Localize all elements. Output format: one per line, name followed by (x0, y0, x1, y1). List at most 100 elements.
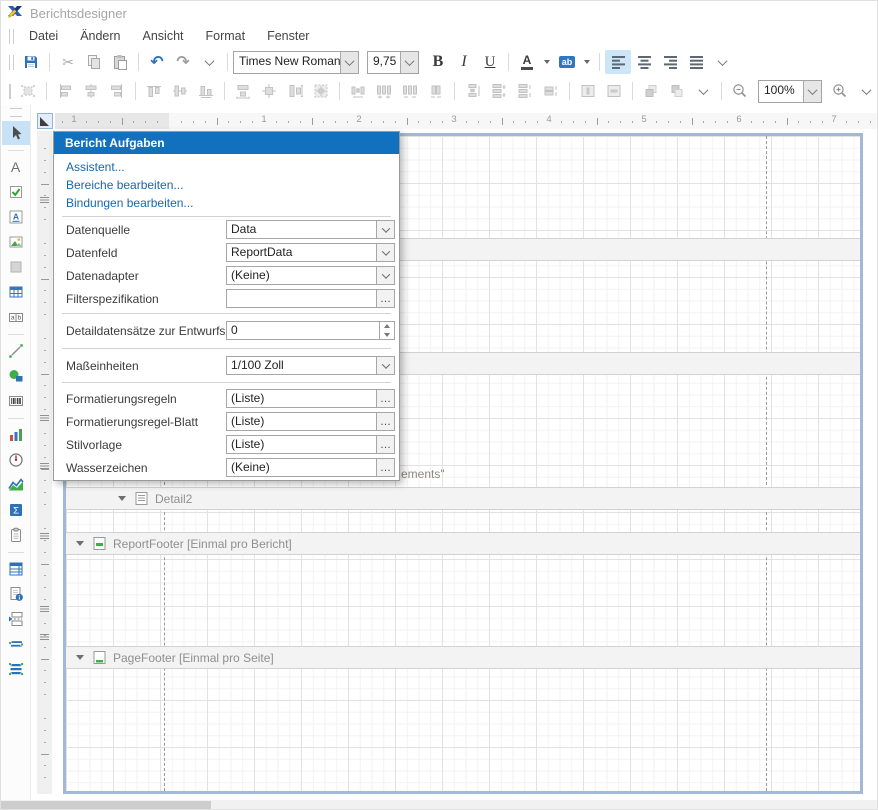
link-bindungen-bearbeiten[interactable]: Bindungen bearbeiten... (66, 195, 193, 211)
text-highlight-icon[interactable]: ab (554, 50, 580, 74)
label-tool-icon[interactable]: A (2, 155, 30, 179)
center-vertically-icon[interactable] (601, 79, 627, 103)
collapse-report-footer-icon[interactable] (76, 541, 84, 546)
zoom-dropdown[interactable] (803, 81, 821, 102)
menu-item-2[interactable]: Ansicht (132, 25, 195, 47)
zoom-out-icon[interactable] (727, 79, 753, 103)
dropdown-button[interactable] (376, 244, 394, 261)
datenquelle-combo[interactable]: Data (226, 220, 395, 239)
zoom-in-icon[interactable] (827, 79, 853, 103)
collapse-page-footer-icon[interactable] (76, 655, 84, 660)
fit-to-container-icon[interactable] (256, 79, 282, 103)
center-in-window-icon[interactable] (308, 79, 334, 103)
panel-tool-icon[interactable] (2, 255, 30, 279)
ruler-corner-button[interactable] (37, 113, 53, 129)
page-break-tool-icon[interactable] (2, 607, 30, 631)
text-highlight-dropdown[interactable] (580, 50, 594, 74)
line-tool-icon[interactable] (2, 339, 30, 363)
send-to-back-icon[interactable] (664, 79, 690, 103)
link-assistent[interactable]: Assistent... (66, 159, 125, 175)
stilvorlage-editor[interactable]: (Liste) (226, 435, 395, 454)
align-right-icon[interactable] (657, 50, 683, 74)
menu-grip[interactable] (9, 29, 14, 44)
pointer-tool-icon[interactable] (2, 121, 30, 145)
font-name-combo[interactable]: Times New Roman (233, 51, 359, 74)
increase-vertical-spacing-icon[interactable] (486, 79, 512, 103)
shape-tool-icon[interactable] (2, 364, 30, 388)
dropdown-button[interactable] (376, 221, 394, 238)
align-center-icon[interactable] (631, 50, 657, 74)
zoom-more-icon[interactable] (853, 79, 878, 103)
dropdown-button[interactable] (376, 357, 394, 374)
ellipsis-button[interactable] (376, 459, 394, 476)
menu-item-4[interactable]: Fenster (256, 25, 320, 47)
save-icon[interactable] (18, 50, 44, 74)
datenfeld-combo[interactable]: ReportData (226, 243, 395, 262)
band-header-detail2[interactable]: Detail2 (66, 487, 860, 510)
align-left-icon[interactable] (605, 50, 631, 74)
align-middles-icon[interactable] (167, 79, 193, 103)
underline-button[interactable]: U (477, 50, 503, 74)
cross-band-line-tool-icon[interactable] (2, 632, 30, 656)
zoom-combo[interactable]: 100% (758, 80, 822, 103)
bring-to-front-icon[interactable] (638, 79, 664, 103)
picture-box-tool-icon[interactable] (2, 230, 30, 254)
menu-item-1[interactable]: Ändern (69, 25, 131, 47)
masseinheiten-combo[interactable]: 1/100 Zoll (226, 356, 395, 375)
ellipsis-button[interactable] (376, 413, 394, 430)
check-box-tool-icon[interactable] (2, 180, 30, 204)
equal-vertical-spacing-icon[interactable] (460, 79, 486, 103)
clipped-field-label[interactable]: ements" (401, 467, 445, 481)
barcode-tool-icon[interactable] (2, 389, 30, 413)
font-color-dropdown[interactable] (540, 50, 554, 74)
align-centers-icon[interactable] (78, 79, 104, 103)
spin-up-icon[interactable] (384, 324, 390, 328)
menu-item-3[interactable]: Format (195, 25, 257, 47)
undo-icon[interactable]: ↶ (144, 50, 170, 74)
paste-icon[interactable] (107, 50, 133, 74)
bold-button[interactable]: B (425, 50, 451, 74)
menu-item-0[interactable]: Datei (18, 25, 69, 47)
band-header-page-footer[interactable]: PageFooter [Einmal pro Seite] (66, 646, 860, 669)
format-toolbar-grip[interactable] (9, 55, 14, 70)
spin-buttons[interactable] (379, 322, 394, 339)
character-comb-tool-icon[interactable]: ab (2, 305, 30, 329)
decrease-vertical-spacing-icon[interactable] (512, 79, 538, 103)
ellipsis-button[interactable] (376, 290, 394, 307)
collapse-detail2-icon[interactable] (118, 496, 126, 501)
link-bereiche-bearbeiten[interactable]: Bereiche bearbeiten... (66, 177, 183, 193)
increase-horizontal-spacing-icon[interactable] (371, 79, 397, 103)
spin-down-icon[interactable] (384, 333, 390, 337)
ellipsis-button[interactable] (376, 436, 394, 453)
cut-icon[interactable]: ✂ (55, 50, 81, 74)
rich-text-tool-icon[interactable]: A (2, 205, 30, 229)
align-rights-icon[interactable] (104, 79, 130, 103)
dropdown-button[interactable] (376, 267, 394, 284)
order-more-icon[interactable] (690, 79, 716, 103)
font-size-dropdown[interactable] (400, 52, 418, 73)
align-bottoms-icon[interactable] (193, 79, 219, 103)
horizontal-scrollbar[interactable] (1, 800, 878, 810)
make-same-width-icon[interactable] (230, 79, 256, 103)
snap-to-grid-icon[interactable] (15, 79, 41, 103)
undo-more-icon[interactable] (196, 50, 222, 74)
justify-icon[interactable] (683, 50, 709, 74)
equal-horizontal-spacing-icon[interactable] (345, 79, 371, 103)
italic-button[interactable]: I (451, 50, 477, 74)
font-name-dropdown[interactable] (340, 52, 358, 73)
decrease-horizontal-spacing-icon[interactable] (397, 79, 423, 103)
pivot-grid-tool-icon[interactable]: Σ (2, 498, 30, 522)
horizontal-scrollbar-thumb[interactable] (1, 801, 211, 810)
gauge-tool-icon[interactable] (2, 448, 30, 472)
font-color-icon[interactable]: A (514, 50, 540, 74)
redo-icon[interactable]: ↷ (170, 50, 196, 74)
sparkline-tool-icon[interactable] (2, 473, 30, 497)
detaildatensaetze-spinner[interactable]: 0 (226, 321, 395, 340)
toolbox-grip[interactable] (10, 108, 22, 117)
make-same-height-icon[interactable] (282, 79, 308, 103)
datenadapter-combo[interactable]: (Keine) (226, 266, 395, 285)
page-info-tool-icon[interactable]: i (2, 582, 30, 606)
align-lefts-icon[interactable] (52, 79, 78, 103)
chart-tool-icon[interactable] (2, 423, 30, 447)
copy-icon[interactable] (81, 50, 107, 74)
